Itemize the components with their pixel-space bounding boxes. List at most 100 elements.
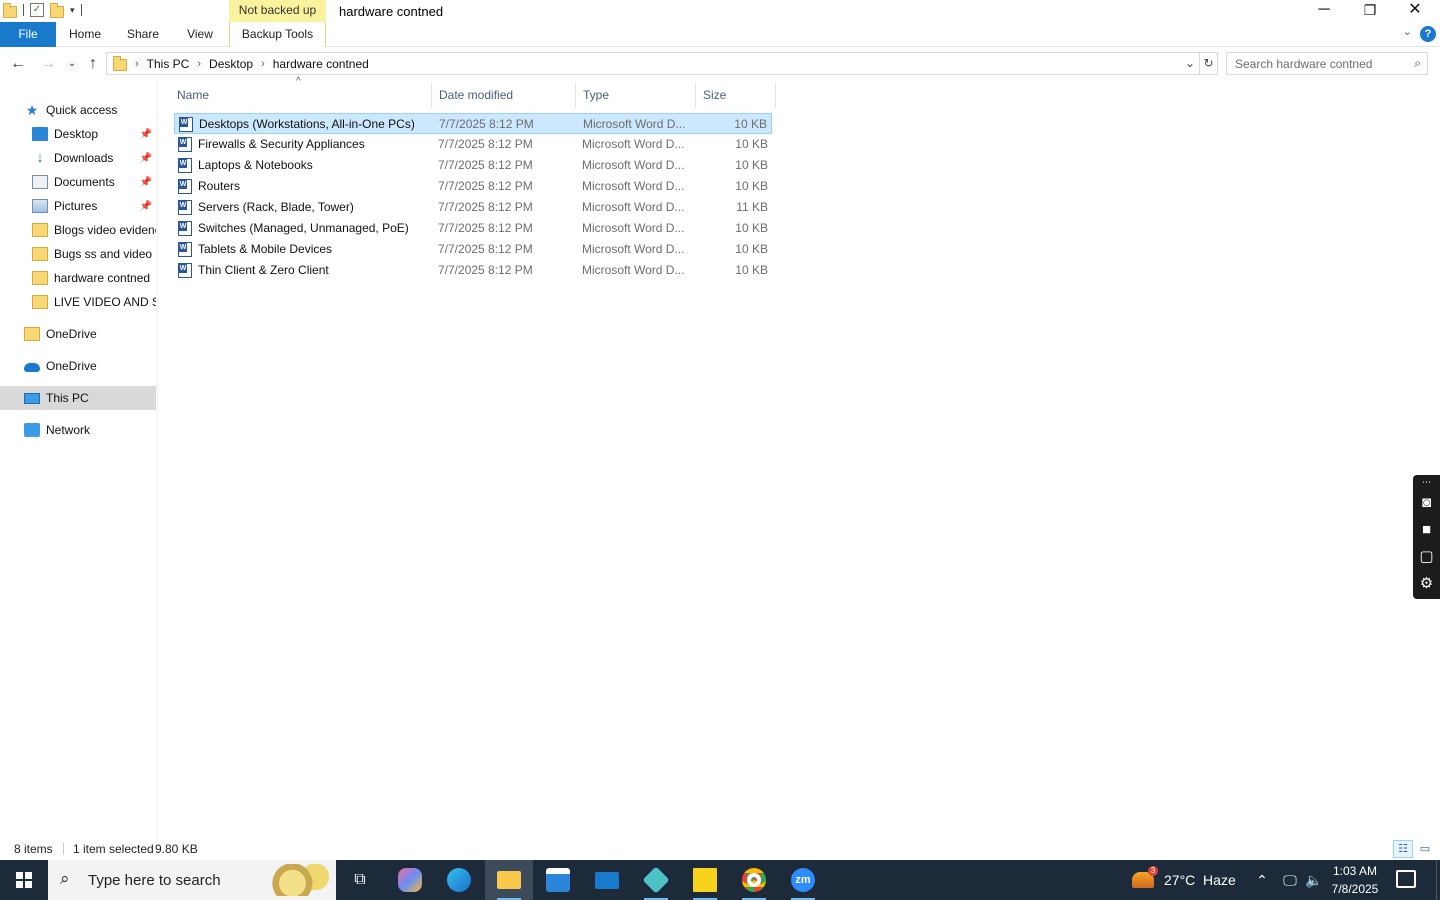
chevron-right-icon[interactable]: ›: [135, 58, 139, 70]
column-header-name[interactable]: Name: [170, 82, 432, 108]
sidebar-item-quick-access[interactable]: ★ Quick access: [0, 98, 156, 122]
taskbar-search-box[interactable]: ⌕ Type here to search: [48, 860, 336, 900]
up-arrow-icon[interactable]: ↑: [82, 53, 104, 75]
window-capture-icon[interactable]: ▢: [1413, 543, 1440, 570]
tab-home[interactable]: Home: [62, 22, 108, 47]
weather-widget[interactable]: 3 27°C Haze: [1132, 860, 1236, 900]
taskbar-chrome[interactable]: [730, 860, 778, 900]
sidebar-item-onedrive[interactable]: OneDrive: [0, 354, 156, 378]
gear-icon[interactable]: ⚙: [1413, 570, 1440, 597]
sidebar-item-blogs-video-evidenc[interactable]: Blogs video evidenc: [0, 218, 156, 242]
column-headers: ^ Name Date modified Type Size: [170, 76, 776, 108]
start-button[interactable]: [0, 860, 48, 900]
file-row[interactable]: Laptops & Notebooks 7/7/2025 8:12 PM Micro…: [174, 155, 772, 176]
forward-arrow-icon[interactable]: →: [37, 53, 59, 75]
sidebar-item-network[interactable]: Network: [0, 418, 156, 442]
taskbar-edge[interactable]: [435, 860, 483, 900]
breadcrumb-this-pc[interactable]: This PC: [147, 57, 190, 71]
sidebar-item-pictures[interactable]: Pictures 📌: [0, 194, 156, 218]
refresh-icon[interactable]: ↻: [1199, 53, 1217, 74]
search-input[interactable]: Search hardware contned ⌕: [1226, 52, 1428, 75]
word-document-icon: [179, 117, 193, 132]
chevron-right-icon[interactable]: ›: [197, 58, 201, 70]
breadcrumb-desktop[interactable]: Desktop: [209, 57, 253, 71]
expand-ribbon-icon[interactable]: ⌄: [1403, 25, 1412, 38]
file-type: Microsoft Word D...: [583, 117, 686, 131]
tab-file[interactable]: File: [0, 22, 56, 47]
sidebar-item-live-video-and-ss[interactable]: LIVE VIDEO AND SS: [0, 290, 156, 314]
customize-toolbar-icon[interactable]: ▾: [70, 5, 75, 16]
file-row[interactable]: Thin Client & Zero Client 7/7/2025 8:12 P…: [174, 260, 772, 281]
sidebar-item-desktop[interactable]: Desktop 📌: [0, 122, 156, 146]
details-view-icon[interactable]: ☷: [1393, 840, 1413, 858]
file-row[interactable]: Tablets & Mobile Devices 7/7/2025 8:12 PM…: [174, 239, 772, 260]
file-row[interactable]: Switches (Managed, Unmanaged, PoE) 7/7/20…: [174, 218, 772, 239]
minimize-button[interactable]: ─: [1301, 0, 1347, 22]
word-document-icon: [178, 200, 192, 215]
recent-locations-icon[interactable]: ⌄: [61, 53, 83, 75]
folder-icon: [32, 247, 48, 261]
address-bar[interactable]: › This PC › Desktop › hardware contned ⌄…: [106, 52, 1218, 75]
notification-center-icon[interactable]: [1396, 870, 1416, 888]
volume-icon[interactable]: 🔈: [1304, 872, 1324, 889]
file-date-modified: 7/7/2025 8:12 PM: [438, 158, 533, 172]
task-view-button[interactable]: ⧉: [336, 860, 384, 900]
close-button[interactable]: ✕: [1392, 0, 1438, 22]
column-header-size[interactable]: Size: [696, 82, 776, 108]
taskbar-copilot[interactable]: [386, 860, 434, 900]
taskbar-file-explorer[interactable]: [485, 860, 533, 900]
clock[interactable]: 1:03 AM 7/8/2025: [1326, 862, 1384, 898]
back-arrow-icon[interactable]: ←: [7, 53, 29, 75]
star-icon: ★: [25, 102, 39, 118]
new-folder-icon[interactable]: [50, 3, 64, 18]
properties-icon[interactable]: ✓: [30, 3, 44, 17]
search-icon[interactable]: ⌕: [1414, 56, 1421, 71]
tab-backup-tools[interactable]: Backup Tools: [229, 22, 326, 47]
file-name: Laptops & Notebooks: [198, 158, 313, 172]
status-bar: 8 items 1 item selected 9.80 KB ☷ ▭: [0, 838, 1440, 860]
taskbar-search-placeholder: Type here to search: [88, 872, 221, 889]
help-icon[interactable]: ?: [1420, 26, 1436, 42]
chevron-up-icon[interactable]: ⌃: [1254, 872, 1270, 889]
sidebar-item-downloads[interactable]: ↓ Downloads 📌: [0, 146, 156, 170]
taskbar-mail[interactable]: [583, 860, 631, 900]
taskbar-sticky-notes[interactable]: [681, 860, 729, 900]
large-icons-view-icon[interactable]: ▭: [1415, 840, 1435, 858]
column-header-type[interactable]: Type: [576, 82, 696, 108]
zoom-icon: zm: [791, 868, 815, 892]
restore-button[interactable]: ❐: [1347, 0, 1393, 22]
sidebar-item-documents[interactable]: Documents 📌: [0, 170, 156, 194]
chevron-down-icon[interactable]: ⌄: [1181, 53, 1199, 74]
show-desktop-button[interactable]: [1436, 860, 1440, 900]
file-row[interactable]: Desktops (Workstations, All-in-One PCs) 7…: [174, 113, 772, 134]
cloud-icon: [24, 363, 40, 372]
video-camera-icon[interactable]: ■: [1413, 516, 1440, 543]
file-row[interactable]: Routers 7/7/2025 8:12 PM Microsoft Word D.…: [174, 176, 772, 197]
network-status-icon[interactable]: 🖵: [1278, 872, 1302, 889]
context-tab-header: Not backed up: [229, 0, 326, 22]
chevron-right-icon[interactable]: ›: [261, 58, 265, 70]
pin-icon: 📌: [139, 152, 152, 164]
sidebar-item-bugs-ss-and-video[interactable]: Bugs ss and video: [0, 242, 156, 266]
pane-divider[interactable]: [157, 80, 158, 840]
more-options-icon[interactable]: ⋯: [1413, 475, 1440, 489]
file-name: Switches (Managed, Unmanaged, PoE): [198, 221, 409, 235]
taskbar-zoom[interactable]: zm: [779, 860, 827, 900]
file-row[interactable]: Firewalls & Security Appliances 7/7/2025 …: [174, 134, 772, 155]
tab-share[interactable]: Share: [120, 22, 166, 47]
file-type: Microsoft Word D...: [582, 242, 685, 256]
weather-text: 27°C Haze: [1164, 872, 1236, 888]
sidebar-item-hardware-contned[interactable]: hardware contned: [0, 266, 156, 290]
camera-icon[interactable]: ◙: [1413, 489, 1440, 516]
sidebar-item-onedrive[interactable]: OneDrive: [0, 322, 156, 346]
taskbar-app-diamond[interactable]: [632, 860, 680, 900]
mail-icon: [595, 871, 619, 889]
sidebar-item-this-pc[interactable]: This PC: [0, 386, 156, 410]
column-header-date-modified[interactable]: Date modified: [432, 82, 576, 108]
tab-view[interactable]: View: [178, 22, 222, 47]
breadcrumb-current-folder[interactable]: hardware contned: [273, 57, 369, 71]
file-date-modified: 7/7/2025 8:12 PM: [438, 263, 533, 277]
chrome-icon: [742, 868, 766, 892]
file-row[interactable]: Servers (Rack, Blade, Tower) 7/7/2025 8:1…: [174, 197, 772, 218]
taskbar-store[interactable]: [534, 860, 582, 900]
